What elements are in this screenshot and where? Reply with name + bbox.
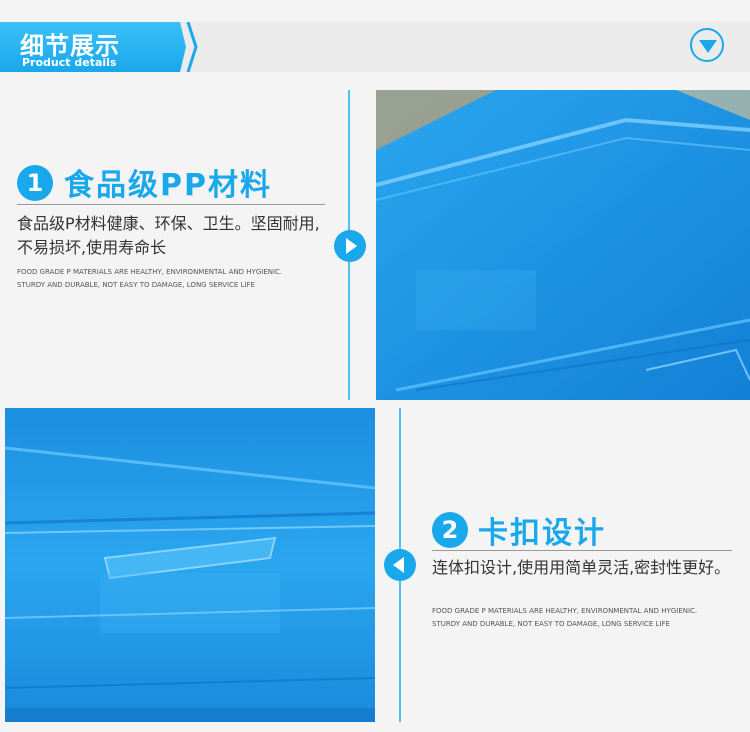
box-lid-illustration [376,90,750,400]
feature-title: 食品级PP材料 [64,168,272,203]
product-photo-material [376,90,750,400]
feature-divider [17,204,325,205]
arrow-left-icon[interactable] [384,549,416,581]
feature-number-badge: 1 [17,165,53,201]
feature-description: 食品级P材料健康、环保、卫生。坚固耐用,不易损坏,使用寿命长 [17,214,320,257]
feature-english-line-1: FOOD GRADE P MATERIALS ARE HEALTHY, ENVI… [432,607,698,615]
product-photo-clasp [5,408,375,722]
section-subtitle: Product details [22,56,117,69]
header-tab: 细节展示 Product details [0,22,186,72]
feature-title: 卡扣设计 [478,516,606,551]
header-chevron-icon [186,22,198,72]
feature-number-badge: 2 [432,512,468,548]
feature-english-line-2: STURDY AND DURABLE, NOT EASY TO DAMAGE, … [432,620,670,628]
feature-english-line-2: STURDY AND DURABLE, NOT EASY TO DAMAGE, … [17,281,255,289]
feature-english-line-1: FOOD GRADE P MATERIALS ARE HEALTHY, ENVI… [17,268,283,276]
arrow-right-icon[interactable] [334,230,366,262]
feature-divider [432,550,732,551]
section-header: 细节展示 Product details [0,22,750,72]
feature-description: 连体扣设计,使用用简单灵活,密封性更好。 [432,558,731,577]
chevron-down-circle-icon[interactable] [690,28,724,62]
box-clasp-illustration [5,408,375,722]
